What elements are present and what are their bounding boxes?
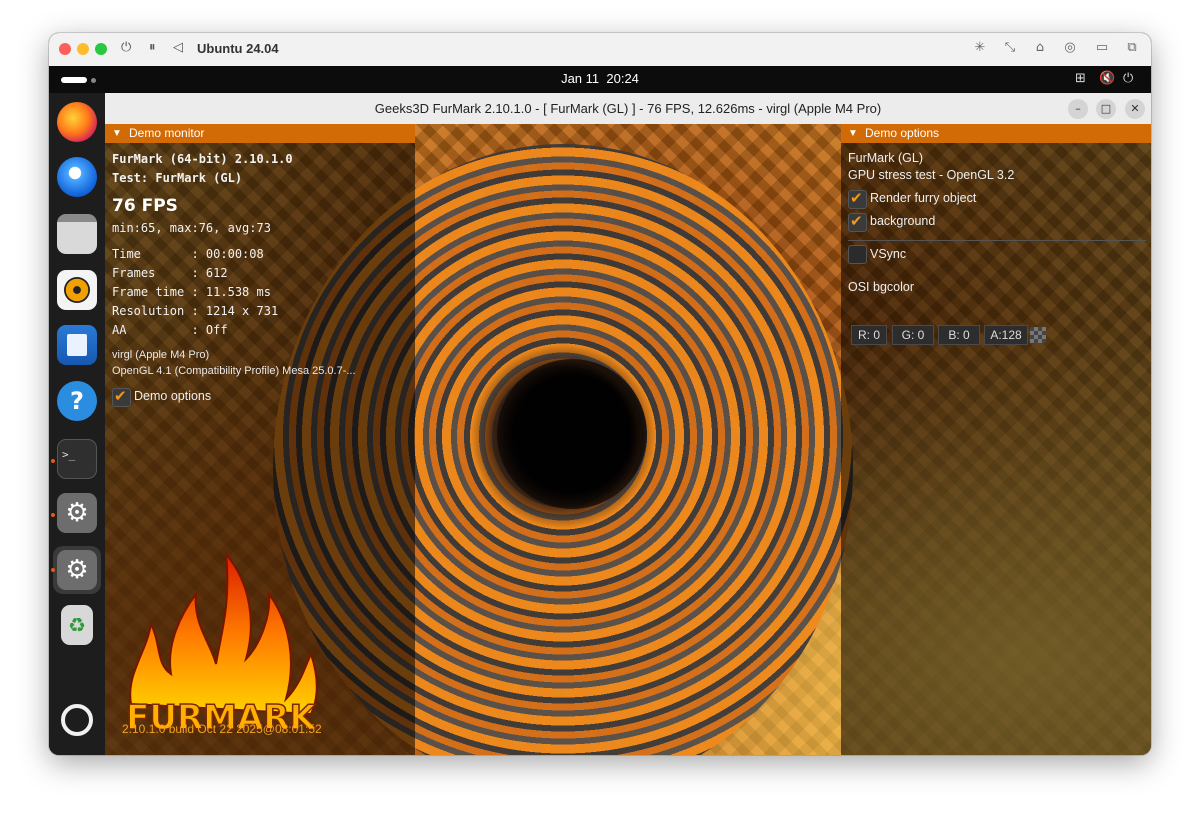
collapse-triangle-icon: ▼	[848, 128, 858, 139]
pause-icon[interactable]: ⏸	[149, 40, 156, 55]
osi-r-field[interactable]: R: 0	[851, 325, 887, 345]
running-indicator	[51, 513, 55, 517]
fps-stats: min:65, max:76, avg:73	[112, 221, 271, 235]
osi-g-field[interactable]: G: 0	[892, 325, 934, 345]
demo-options-panel: ▼ Demo options FurMark (GL) GPU stress t…	[841, 124, 1151, 755]
options-divider	[848, 240, 1146, 241]
vm-name: Ubuntu 24.04	[197, 41, 279, 56]
thunderbird-icon[interactable]	[57, 157, 97, 197]
host-title-bar: ⏻ ⏸ ◁ Ubuntu 24.04 ✳ ⤡ ⌂ ◎ ▭ ⧉	[49, 33, 1151, 67]
terminal-icon[interactable]: >_	[57, 439, 97, 479]
stat-time: Time : 00:00:08	[112, 247, 264, 261]
power-icon[interactable]: ⏻	[1123, 71, 1133, 86]
stat-aa: AA : Off	[112, 323, 228, 337]
files-icon[interactable]	[57, 214, 97, 254]
osi-color-swatch[interactable]	[1030, 327, 1046, 343]
settings-icon[interactable]: ⚙	[57, 493, 97, 533]
trash-icon[interactable]: ♻	[61, 605, 93, 645]
running-indicator	[51, 568, 55, 572]
brightness-icon[interactable]: ✳	[971, 40, 989, 55]
build-info: 2.10.1.0 build Oct 22 2025@08:01:52	[122, 722, 322, 736]
libreoffice-writer-icon[interactable]	[57, 325, 97, 365]
power-icon[interactable]: ⏻	[121, 40, 131, 55]
vsync-checkbox[interactable]	[848, 245, 867, 264]
osi-bgcolor-label: OSI bgcolor	[848, 280, 915, 294]
collapse-triangle-icon: ▼	[112, 128, 122, 139]
usb-icon[interactable]: ⌂	[1031, 40, 1049, 55]
furmark-logo: FURMARK	[125, 550, 318, 739]
demo-monitor-header[interactable]: ▼ Demo monitor	[105, 124, 415, 143]
dock: ? >_ ⚙ ⚙ ♻	[49, 93, 105, 755]
minimize-button[interactable]: –	[1068, 99, 1088, 119]
folder-icon[interactable]: ▭	[1093, 40, 1111, 55]
gpu-name: virgl (Apple M4 Pro)	[112, 349, 210, 361]
stat-resolution: Resolution : 1214 x 731	[112, 304, 279, 318]
running-indicator	[51, 459, 55, 463]
furmark-window: Geeks3D FurMark 2.10.1.0 - [ FurMark (GL…	[105, 93, 1151, 755]
close-window-button[interactable]	[59, 43, 71, 55]
clock-time: 20:24	[606, 71, 639, 86]
gl-version: OpenGL 4.1 (Compatibility Profile) Mesa …	[112, 365, 356, 377]
vsync-label[interactable]: VSync	[870, 247, 906, 261]
back-icon[interactable]: ◁	[173, 40, 183, 55]
render-viewport[interactable]: ▼ Demo monitor FurMark (64-bit) 2.10.1.0…	[105, 124, 1151, 755]
demo-options-title: Demo options	[865, 126, 940, 140]
zoom-window-button[interactable]	[95, 43, 107, 55]
settings-icon-active[interactable]: ⚙	[57, 550, 97, 590]
fps-readout: 76 FPS	[112, 196, 178, 216]
volume-muted-icon[interactable]: 🔇	[1099, 71, 1115, 86]
osi-a-field[interactable]: A:128	[984, 325, 1028, 345]
demo-monitor-title: Demo monitor	[129, 126, 205, 140]
osi-b-field[interactable]: B: 0	[938, 325, 980, 345]
demo-monitor-panel: ▼ Demo monitor FurMark (64-bit) 2.10.1.0…	[105, 124, 415, 755]
furry-donut-hole	[497, 359, 647, 509]
background-checkbox[interactable]: ✔	[848, 212, 867, 232]
rhythmbox-icon[interactable]	[57, 270, 97, 310]
clock[interactable]: Jan 11 20:24	[49, 71, 1151, 86]
ubuntu-apps-icon[interactable]	[61, 704, 93, 736]
background-label[interactable]: background	[870, 214, 935, 228]
demo-options-checkbox[interactable]: ✔	[112, 387, 131, 407]
app-title-bar: Geeks3D FurMark 2.10.1.0 - [ FurMark (GL…	[105, 93, 1151, 125]
clock-date: Jan 11	[561, 71, 600, 86]
render-furry-label[interactable]: Render furry object	[870, 191, 976, 205]
help-icon[interactable]: ?	[57, 381, 97, 421]
vm-window: ⏻ ⏸ ◁ Ubuntu 24.04 ✳ ⤡ ⌂ ◎ ▭ ⧉ Jan 11 20…	[49, 33, 1151, 755]
ubuntu-top-panel: Jan 11 20:24 ⊞ 🔇 ⏻	[49, 66, 1151, 93]
options-test-desc: GPU stress test - OpenGL 3.2	[848, 168, 1015, 182]
options-test-name: FurMark (GL)	[848, 151, 923, 165]
demo-options-header[interactable]: ▼ Demo options	[841, 124, 1151, 143]
resize-icon[interactable]: ⤡	[1001, 40, 1019, 55]
stat-frame-time: Frame time : 11.538 ms	[112, 285, 271, 299]
close-button[interactable]: ✕	[1125, 99, 1145, 119]
app-title: Geeks3D FurMark 2.10.1.0 - [ FurMark (GL…	[374, 101, 882, 116]
demo-options-label[interactable]: Demo options	[134, 389, 211, 403]
test-name: Test: FurMark (GL)	[112, 171, 243, 185]
minimize-window-button[interactable]	[77, 43, 89, 55]
network-icon[interactable]: ◎	[1061, 40, 1079, 55]
windows-icon[interactable]: ⧉	[1123, 40, 1141, 55]
check-icon: ✔	[114, 387, 127, 405]
check-icon: ✔	[850, 189, 863, 207]
network-icon[interactable]: ⊞	[1075, 71, 1086, 86]
maximize-button[interactable]: □	[1096, 99, 1116, 119]
stat-frames: Frames : 612	[112, 266, 228, 280]
render-furry-checkbox[interactable]: ✔	[848, 189, 867, 209]
firefox-icon[interactable]	[57, 102, 97, 142]
app-version: FurMark (64-bit) 2.10.1.0	[112, 152, 293, 166]
check-icon: ✔	[850, 212, 863, 230]
